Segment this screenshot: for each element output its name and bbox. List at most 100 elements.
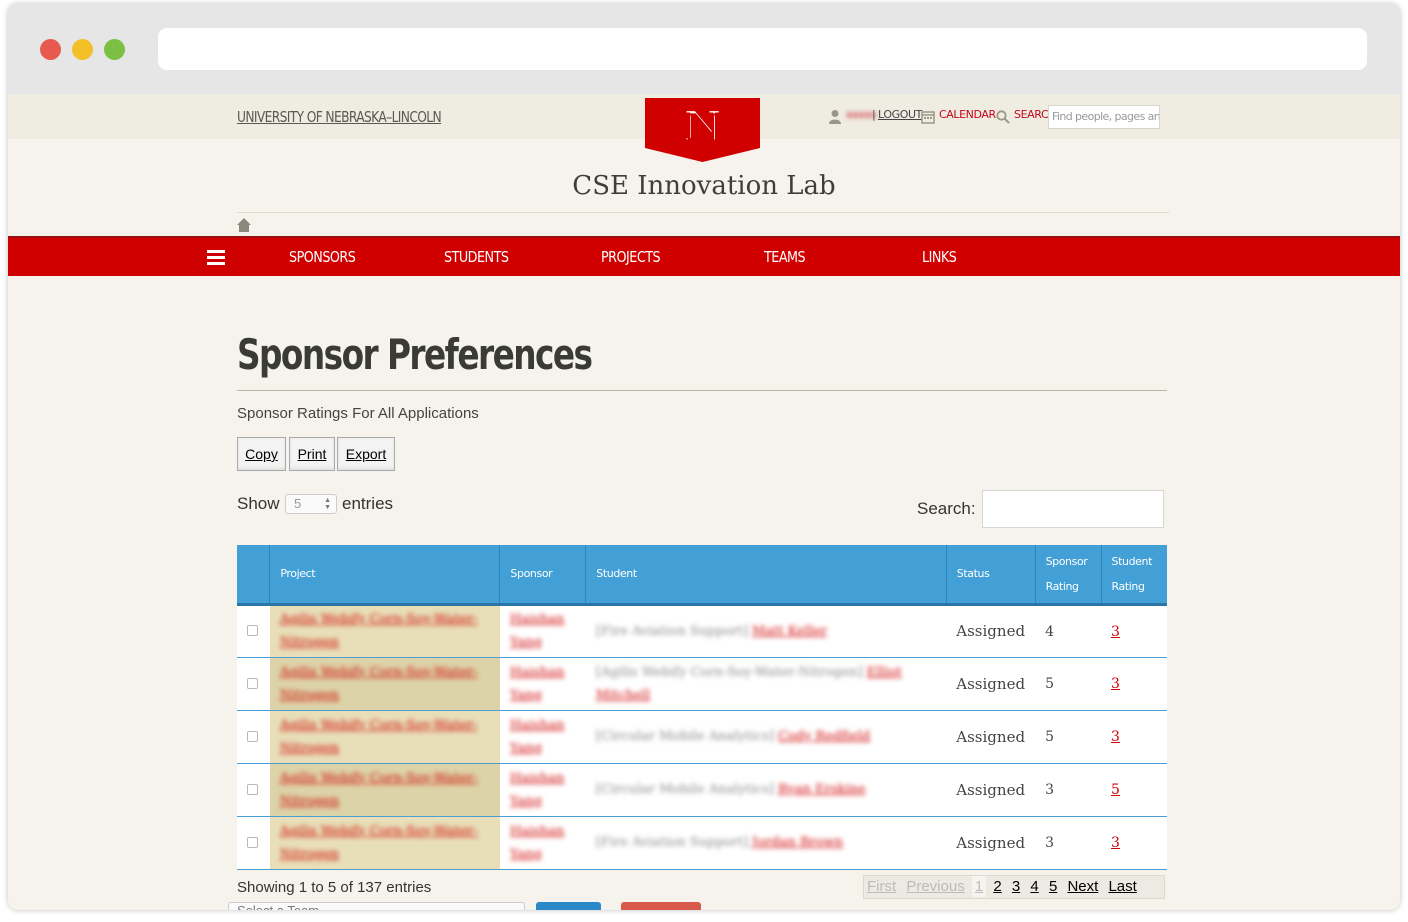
browser-chrome <box>8 4 1400 94</box>
table-row[interactable]: Agilis Webify Corn-Soy-Water-Nitrogen Ha… <box>237 657 1167 711</box>
table-header-row: Project Sponsor Student Status Sponsor R… <box>237 545 1167 606</box>
user-icon <box>829 110 841 124</box>
copy-button[interactable]: Copy <box>237 437 286 471</box>
sponsor-link[interactable]: Haishan Yang <box>510 661 576 707</box>
pager-page[interactable]: 5 <box>1046 876 1060 897</box>
main-navigation: SPONSORS STUDENTS PROJECTS TEAMS LINKS <box>8 236 1400 276</box>
pager-last[interactable]: Last <box>1105 876 1139 897</box>
select-column-header <box>237 545 271 606</box>
student-link[interactable]: Jordan Brown <box>752 835 843 850</box>
project-link[interactable]: Agilis Webify Corn-Soy-Water-Nitrogen <box>280 820 490 866</box>
team-select[interactable]: Select a Team <box>228 902 525 910</box>
site-title[interactable]: CSE Innovation Lab <box>8 171 1400 201</box>
student-rating-link[interactable]: 3 <box>1111 676 1120 692</box>
student-link[interactable]: Cody Redfield <box>778 729 870 744</box>
sponsor-link[interactable]: Haishan Yang <box>510 714 576 760</box>
home-icon[interactable] <box>236 217 252 233</box>
row-checkbox[interactable] <box>247 783 258 795</box>
show-label: Show <box>237 494 280 513</box>
heading-divider <box>237 390 1167 391</box>
student-rating-link[interactable]: 3 <box>1111 624 1120 640</box>
table-search-input[interactable] <box>982 490 1164 528</box>
row-checkbox[interactable] <box>247 677 258 689</box>
export-button[interactable]: Export <box>337 437 395 471</box>
student-preferred-project: [Fire Aviation Support] <box>595 835 749 850</box>
site-search-input[interactable]: Find people, pages and thi <box>1048 105 1160 129</box>
column-header-sponsor-rating[interactable]: Sponsor Rating <box>1035 545 1102 606</box>
table-row[interactable]: Agilis Webify Corn-Soy-Water-Nitrogen Ha… <box>237 816 1167 870</box>
sponsor-link[interactable]: Haishan Yang <box>510 608 576 654</box>
row-checkbox[interactable] <box>247 836 258 848</box>
table-info: Showing 1 to 5 of 137 entries <box>237 879 432 896</box>
column-header-student[interactable]: Student <box>585 545 947 606</box>
hamburger-menu-icon[interactable] <box>207 250 225 266</box>
status-text: Assigned <box>956 780 1026 799</box>
entries-label: entries <box>342 494 394 513</box>
table-row[interactable]: Agilis Webify Corn-Soy-Water-Nitrogen Ha… <box>237 604 1167 658</box>
university-link[interactable]: UNIVERSITY OF NEBRASKA–LINCOLN <box>237 108 442 126</box>
student-preferred-project: [Circular Mobile Analytics] <box>595 729 775 744</box>
nav-item-links[interactable]: LINKS <box>922 248 957 266</box>
project-link[interactable]: Agilis Webify Corn-Soy-Water-Nitrogen <box>280 661 490 707</box>
sponsor-link[interactable]: Haishan Yang <box>510 820 576 866</box>
pager-next[interactable]: Next <box>1064 876 1101 897</box>
logout-link[interactable]: LOGOUT <box>878 108 922 121</box>
entries-length-value: 5 <box>294 496 302 511</box>
column-header-sponsor[interactable]: Sponsor <box>499 545 587 606</box>
sponsor-rating: 3 <box>1045 782 1054 798</box>
student-rating-link[interactable]: 5 <box>1111 782 1120 798</box>
sponsor-rating: 5 <box>1045 729 1054 745</box>
util-separator: | <box>872 108 876 121</box>
page-subtitle: Sponsor Ratings For All Applications <box>237 405 479 422</box>
entries-length-select[interactable]: 5 ▲ ▼ <box>285 494 337 514</box>
nav-item-students[interactable]: STUDENTS <box>444 248 509 266</box>
sponsor-rating: 4 <box>1045 623 1054 640</box>
browser-window: UNIVERSITY OF NEBRASKA–LINCOLN N N xxxxx… <box>8 4 1400 910</box>
nav-item-sponsors[interactable]: SPONSORS <box>289 248 356 266</box>
status-text: Assigned <box>956 727 1026 746</box>
row-checkbox[interactable] <box>247 625 258 636</box>
pager-page[interactable]: 2 <box>990 876 1004 897</box>
status-text: Assigned <box>956 622 1026 640</box>
pager-first[interactable]: First <box>864 876 899 897</box>
student-preferred-project: [Agilis Webify Corn-Soy-Water-Nitrogen] <box>595 664 863 680</box>
student-link[interactable]: Ryan Erskine <box>778 782 866 797</box>
calendar-link[interactable]: CALENDAR <box>939 108 996 121</box>
svg-text:N: N <box>686 107 719 149</box>
project-link[interactable]: Agilis Webify Corn-Soy-Water-Nitrogen <box>280 608 490 654</box>
student-link[interactable]: Matt Keller <box>752 624 827 639</box>
sponsor-preferences-table: Project Sponsor Student Status Sponsor R… <box>237 545 1167 870</box>
nav-item-projects[interactable]: PROJECTS <box>601 248 661 266</box>
student-preferred-project: [Circular Mobile Analytics] <box>595 782 775 797</box>
project-link[interactable]: Agilis Webify Corn-Soy-Water-Nitrogen <box>280 714 490 760</box>
student-rating-link[interactable]: 3 <box>1111 835 1120 851</box>
column-header-student-rating[interactable]: Student Rating <box>1101 545 1167 606</box>
page-title: Sponsor Preferences <box>237 330 593 379</box>
print-button[interactable]: Print <box>289 437 335 471</box>
search-icon <box>996 110 1010 124</box>
maximize-window-button[interactable] <box>104 39 125 60</box>
sponsor-link[interactable]: Haishan Yang <box>510 767 576 813</box>
pagination: First Previous 1 2 3 4 5 Next Last <box>863 875 1165 899</box>
remove-button[interactable] <box>621 902 701 910</box>
nav-item-teams[interactable]: TEAMS <box>764 248 806 266</box>
minimize-window-button[interactable] <box>72 39 93 60</box>
table-row[interactable]: Agilis Webify Corn-Soy-Water-Nitrogen Ha… <box>237 710 1167 764</box>
column-header-status[interactable]: Status <box>946 545 1036 606</box>
table-search-label: Search: <box>917 499 976 518</box>
sponsor-rating: 5 <box>1045 676 1054 692</box>
row-checkbox[interactable] <box>247 730 258 742</box>
assign-button[interactable] <box>536 902 601 910</box>
pager-page[interactable]: 3 <box>1009 876 1023 897</box>
address-bar[interactable] <box>158 28 1367 70</box>
table-row[interactable]: Agilis Webify Corn-Soy-Water-Nitrogen Ha… <box>237 763 1167 817</box>
nebraska-n-logo[interactable]: N N <box>645 98 760 162</box>
student-rating-link[interactable]: 3 <box>1111 729 1120 745</box>
pager-previous[interactable]: Previous <box>903 876 967 897</box>
pager-page[interactable]: 4 <box>1027 876 1041 897</box>
column-header-project[interactable]: Project <box>269 545 501 606</box>
close-window-button[interactable] <box>40 39 61 60</box>
project-link[interactable]: Agilis Webify Corn-Soy-Water-Nitrogen <box>280 767 490 813</box>
pager-page[interactable]: 1 <box>971 876 987 897</box>
calendar-icon <box>921 111 935 124</box>
